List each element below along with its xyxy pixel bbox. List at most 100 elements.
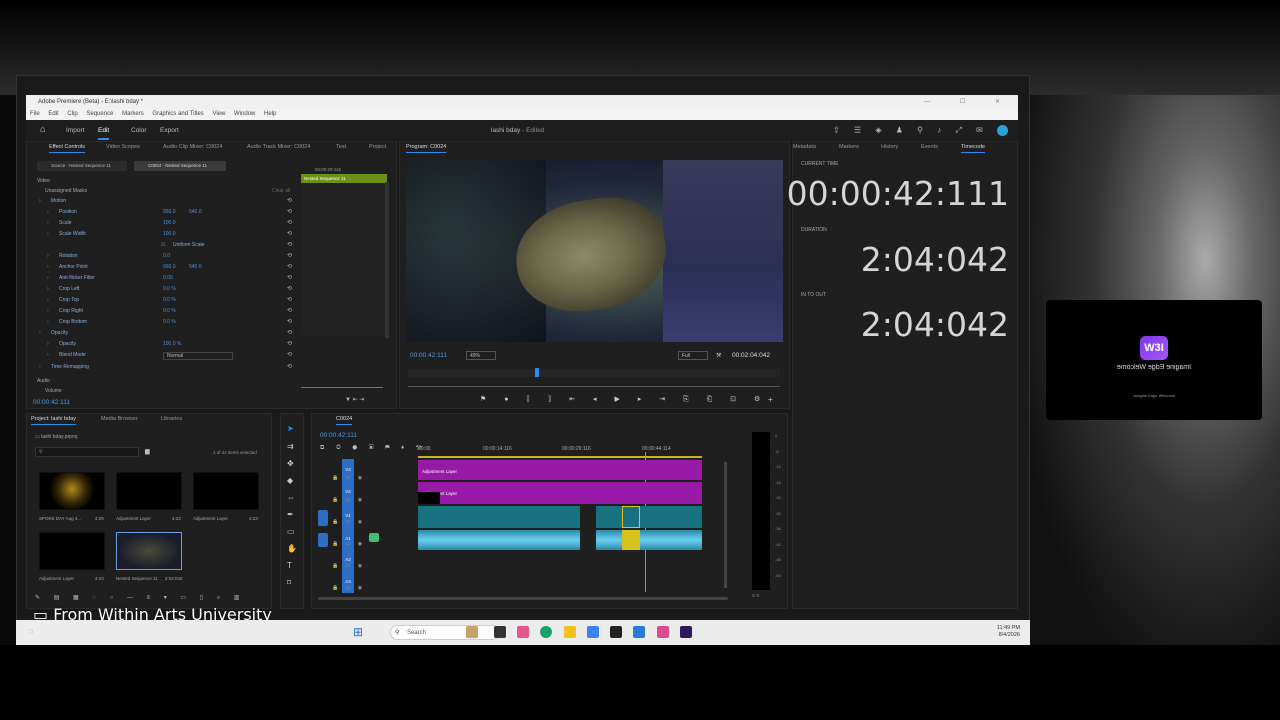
slip-icon[interactable]: ⇔ (287, 493, 295, 502)
reset-icon[interactable]: ⟲ (287, 351, 292, 358)
ec-row-value[interactable]: 100.0 (163, 231, 176, 237)
edge-welcome-popup[interactable]: W3I Imagine Edge Welcome Imagine Edge We… (1046, 300, 1262, 420)
audio-clip-2[interactable] (596, 530, 702, 550)
widgets-icon[interactable]: ◌ (28, 626, 33, 636)
reset-icon[interactable]: ⟲ (287, 329, 292, 336)
ec-row-value[interactable]: 0.00 (163, 275, 173, 281)
menu-sequence[interactable]: Sequence (86, 111, 113, 117)
chevron-right-icon[interactable]: › (47, 319, 49, 325)
reset-icon[interactable]: ⟲ (287, 363, 292, 370)
taskbar-app-1[interactable] (466, 626, 478, 638)
transport-controls[interactable]: ⚑ ● ⟦ ⟧ ⇤ ◂ ▶ ▸ ⇥ ⎘ ⎗ ⊡ ⚙ (480, 395, 768, 404)
timeline-tools[interactable]: ⧉ ◎ ⬣ ▣ ⚑ ♦ ⚒ (320, 445, 427, 452)
reset-icon[interactable]: ⟲ (287, 241, 292, 248)
thumb-3[interactable] (39, 532, 105, 570)
tab-metadata[interactable]: Metadata (793, 142, 816, 153)
selected-audio[interactable] (622, 530, 640, 550)
tab-audio-track-mixer[interactable]: Audio Track Mixer: C0024 (247, 142, 310, 153)
ec-row-value-2[interactable]: 540.0 (189, 209, 202, 215)
menu-graphics[interactable]: Graphics and Titles (152, 111, 203, 117)
ec-row-value[interactable]: 100.0 (163, 220, 176, 226)
add-button-icon[interactable]: + (768, 395, 773, 404)
taskbar-taskview-icon[interactable] (494, 626, 506, 638)
hand-icon[interactable]: ✋ (287, 544, 297, 553)
ripple-edit-icon[interactable]: ✥ (287, 459, 294, 468)
tab-effect-controls[interactable]: Effect Controls (49, 142, 85, 153)
chevron-right-icon[interactable]: › (39, 198, 41, 204)
window-controls[interactable]: — ☐ ✕ (924, 95, 1014, 109)
chevron-right-icon[interactable]: › (47, 352, 49, 358)
pen-icon[interactable]: ✒ (287, 510, 294, 519)
source-subtab[interactable]: Source - Nested Sequence 11 (37, 161, 127, 171)
selection-tool-icon[interactable]: ➤ (287, 424, 294, 433)
reset-icon[interactable]: ⟲ (287, 230, 292, 237)
taskbar-search[interactable]: ⚲ Search (390, 625, 500, 640)
menu-view[interactable]: View (212, 111, 225, 117)
tab-events[interactable]: Events (921, 142, 938, 153)
tab-history[interactable]: History (881, 142, 898, 153)
chevron-right-icon[interactable]: › (47, 275, 49, 281)
thumb-4[interactable] (116, 532, 182, 570)
type-icon[interactable]: ⌑ (287, 578, 291, 587)
clear-all[interactable]: Clear all (272, 188, 290, 194)
program-timecode[interactable]: 00:00:42:111 (410, 352, 447, 359)
ec-row-value[interactable]: 0.0 % (163, 319, 176, 325)
chevron-right-icon[interactable]: › (47, 341, 49, 347)
tab-media-browser[interactable]: Media Browser (101, 414, 138, 425)
ec-row-value[interactable]: 960.0 (163, 209, 176, 215)
razor-icon[interactable]: ◆ (287, 476, 293, 485)
chevron-right-icon[interactable]: › (47, 286, 49, 292)
timeline-timecode[interactable]: 00:00:42:111 (320, 432, 357, 439)
chevron-right-icon[interactable]: › (47, 264, 49, 270)
timeline-scrollbar[interactable] (318, 597, 728, 600)
track-a1-target[interactable] (318, 533, 328, 547)
taskbar-app-3[interactable] (610, 626, 622, 638)
taskbar-app-2[interactable] (587, 626, 599, 638)
thumb-1[interactable] (116, 472, 182, 510)
taskbar-explorer-icon[interactable] (564, 626, 576, 638)
import-tab[interactable]: Import (66, 127, 84, 134)
taskbar-edge-icon[interactable] (540, 626, 552, 638)
header-tools[interactable]: ⇪ ☰ ◈ ♟ ⚲ ♪ ⤢ ✉ (833, 125, 1008, 136)
ec-row-value[interactable]: 0.0 % (163, 286, 176, 292)
tab-video-scopes[interactable]: Video Scopes (106, 142, 140, 153)
quality-select[interactable]: Full (678, 351, 708, 360)
program-ruler[interactable] (408, 369, 780, 377)
ec-row-value-2[interactable]: 540.0 (189, 264, 202, 270)
reset-icon[interactable]: ⟲ (287, 219, 292, 226)
thumb-0[interactable] (39, 472, 105, 510)
zoom-select[interactable]: 49% (466, 351, 496, 360)
reset-icon[interactable]: ⟲ (287, 274, 292, 281)
reset-icon[interactable]: ⟲ (287, 285, 292, 292)
tab-program[interactable]: Program: C0024 (406, 142, 447, 153)
taskbar-app-4[interactable] (633, 626, 645, 638)
tab-project[interactable]: Project (369, 142, 386, 153)
taskbar-premiere-icon[interactable] (680, 626, 692, 638)
ec-row-value[interactable]: 0.0 % (163, 308, 176, 314)
video-clip-1[interactable] (418, 506, 580, 528)
reset-icon[interactable]: ⟲ (287, 263, 292, 270)
chevron-right-icon[interactable]: › (39, 364, 41, 370)
ec-scrollbar[interactable] (385, 182, 389, 338)
project-search-input[interactable]: ⚲ (35, 447, 139, 457)
start-icon[interactable]: ⊞ (353, 625, 363, 639)
video-frame[interactable] (406, 160, 783, 342)
chevron-right-icon[interactable]: › (47, 231, 49, 237)
playhead-marker[interactable] (535, 368, 539, 377)
ec-row-value[interactable]: 960.0 (163, 264, 176, 270)
edit-tab[interactable]: Edit (98, 127, 110, 140)
reset-icon[interactable]: ⟲ (287, 296, 292, 303)
home-icon[interactable]: ⌂ (40, 125, 50, 134)
wrench-icon[interactable]: ⚒ (716, 352, 721, 359)
track-select-icon[interactable]: ⇉ (287, 442, 294, 451)
audio-clip-1[interactable] (418, 530, 580, 550)
work-area-bar[interactable] (418, 456, 702, 458)
reset-icon[interactable]: ⟲ (287, 197, 292, 204)
text-tool-icon[interactable]: T (287, 561, 292, 570)
reset-icon[interactable]: ⟲ (287, 252, 292, 259)
adjustment-layer-clip-1[interactable]: Adjustment Layer (418, 460, 702, 480)
rectangle-icon[interactable]: ▭ (287, 527, 295, 536)
tab-audio-clip-mixer[interactable]: Audio Clip Mixer: C0024 (163, 142, 222, 153)
timeline-vscroll[interactable] (724, 462, 727, 588)
ec-zoom-slider[interactable] (301, 387, 383, 388)
